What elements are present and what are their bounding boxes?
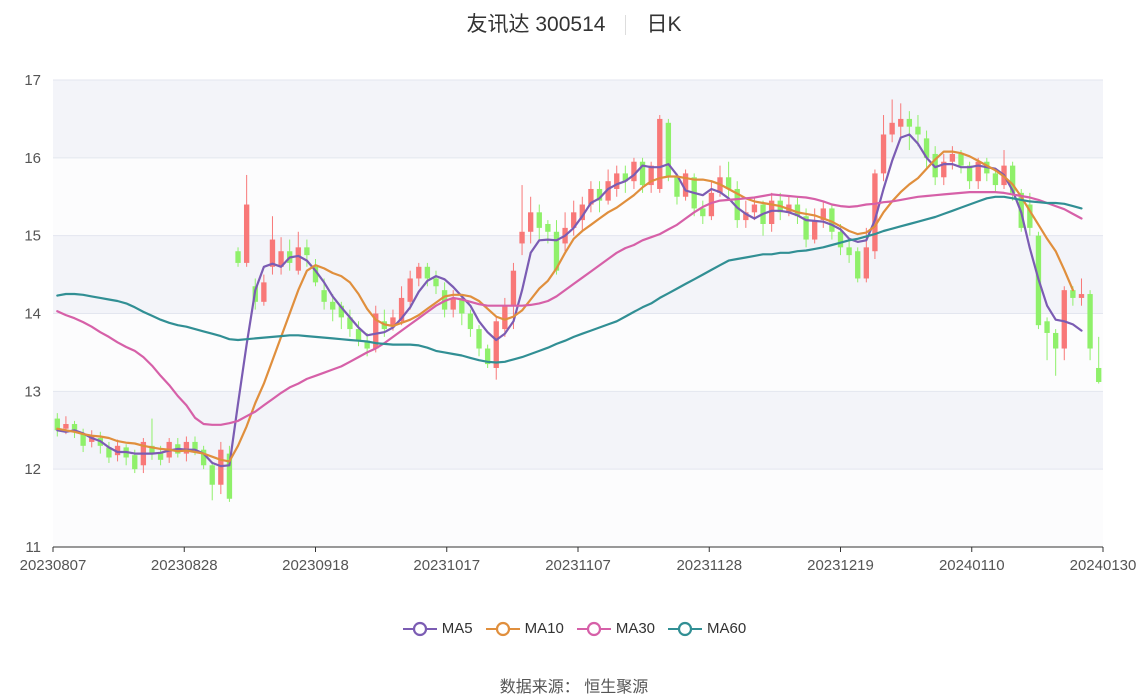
candle-body	[132, 455, 138, 470]
x-tick-label: 20231017	[413, 557, 480, 574]
candle-body	[846, 247, 852, 256]
candle-body	[958, 153, 964, 166]
legend-marker-icon	[402, 621, 437, 636]
candle-body	[880, 134, 887, 174]
x-tick-label: 20231107	[545, 557, 611, 574]
legend-marker-icon	[668, 621, 703, 636]
x-tick-label: 20240130	[1070, 557, 1137, 574]
candle-body	[510, 270, 517, 306]
candle-body	[837, 231, 844, 248]
legend-marker-icon	[485, 621, 520, 636]
candle-body	[209, 465, 215, 485]
candle-body	[295, 247, 301, 271]
candle-body	[898, 118, 904, 127]
candle-body	[493, 321, 499, 368]
grid-band	[53, 313, 1103, 392]
candle-body	[949, 153, 956, 162]
candle-body	[519, 231, 525, 244]
grid-band	[53, 80, 1103, 158]
y-tick-label: 11	[25, 539, 41, 556]
candle-body	[614, 173, 620, 189]
candle-body	[855, 251, 861, 279]
candle-body	[355, 329, 362, 341]
candle-body	[1044, 321, 1050, 333]
candle-body	[536, 212, 542, 228]
candle-body	[665, 122, 672, 178]
candle-body	[915, 126, 921, 135]
candle-body	[321, 290, 327, 302]
legend-label: MA5	[441, 620, 473, 637]
y-tick-label: 16	[24, 150, 41, 167]
candle-body	[863, 247, 869, 279]
candle-body	[416, 266, 422, 279]
y-tick-label: 13	[24, 383, 41, 400]
candle-body	[304, 247, 310, 256]
candle-body	[330, 301, 336, 310]
legend-label: MA60	[707, 620, 747, 637]
legend-marker-icon	[576, 621, 611, 636]
legend-item-ma60[interactable]: MA60	[667, 620, 746, 637]
candle-body	[63, 424, 69, 429]
candle-body	[1070, 290, 1076, 298]
candle-body	[424, 266, 431, 279]
legend: MA5 MA10 MA30 MA60	[0, 620, 1148, 641]
candle-body	[700, 208, 706, 217]
legend-item-ma5[interactable]: MA5	[402, 620, 473, 637]
candle-body	[192, 441, 198, 450]
candle-body	[467, 313, 474, 330]
candle-body	[502, 305, 508, 330]
candle-body	[218, 449, 224, 485]
x-tick-label: 20230918	[282, 557, 349, 574]
candle-body	[1061, 290, 1067, 349]
legend-item-ma30[interactable]: MA30	[576, 620, 655, 637]
y-tick-label: 12	[24, 461, 41, 478]
candle-body	[1052, 332, 1059, 349]
candle-body	[527, 212, 534, 232]
candle-body	[889, 122, 895, 135]
x-tick-label: 20231128	[676, 557, 742, 574]
candle-body	[1078, 294, 1085, 298]
candle-body	[992, 173, 999, 186]
x-tick-label: 20230828	[151, 557, 218, 574]
candle-body	[407, 278, 413, 302]
data-source: 数据来源： 恒生聚源	[499, 679, 649, 696]
x-tick-label: 20240110	[939, 557, 1005, 574]
candle-body	[243, 204, 250, 263]
candle-body	[261, 282, 267, 302]
candle-body	[1096, 367, 1102, 382]
candle-body	[545, 223, 551, 232]
x-tick-label: 20230807	[20, 557, 87, 574]
candle-body	[906, 118, 913, 127]
candle-body	[1087, 294, 1093, 349]
y-tick-label: 15	[24, 228, 41, 245]
candle-body	[751, 204, 758, 213]
candle-body	[476, 329, 482, 349]
legend-item-ma10[interactable]: MA10	[485, 620, 564, 637]
candle-body	[433, 278, 439, 287]
legend-label: MA30	[615, 620, 656, 637]
grid-band	[53, 391, 1103, 470]
grid-band	[53, 235, 1103, 314]
y-tick-label: 17	[24, 72, 41, 89]
candle-body	[812, 220, 818, 240]
candle-body	[80, 434, 86, 446]
legend-label: MA10	[524, 620, 564, 637]
x-tick-label: 20231219	[807, 557, 874, 574]
y-tick-label: 14	[24, 306, 41, 323]
candlestick-chart: 11 12 13 14 15 16 17 20230807 20230828 20230918 20…	[20, 72, 1137, 574]
candle-body	[235, 251, 241, 263]
